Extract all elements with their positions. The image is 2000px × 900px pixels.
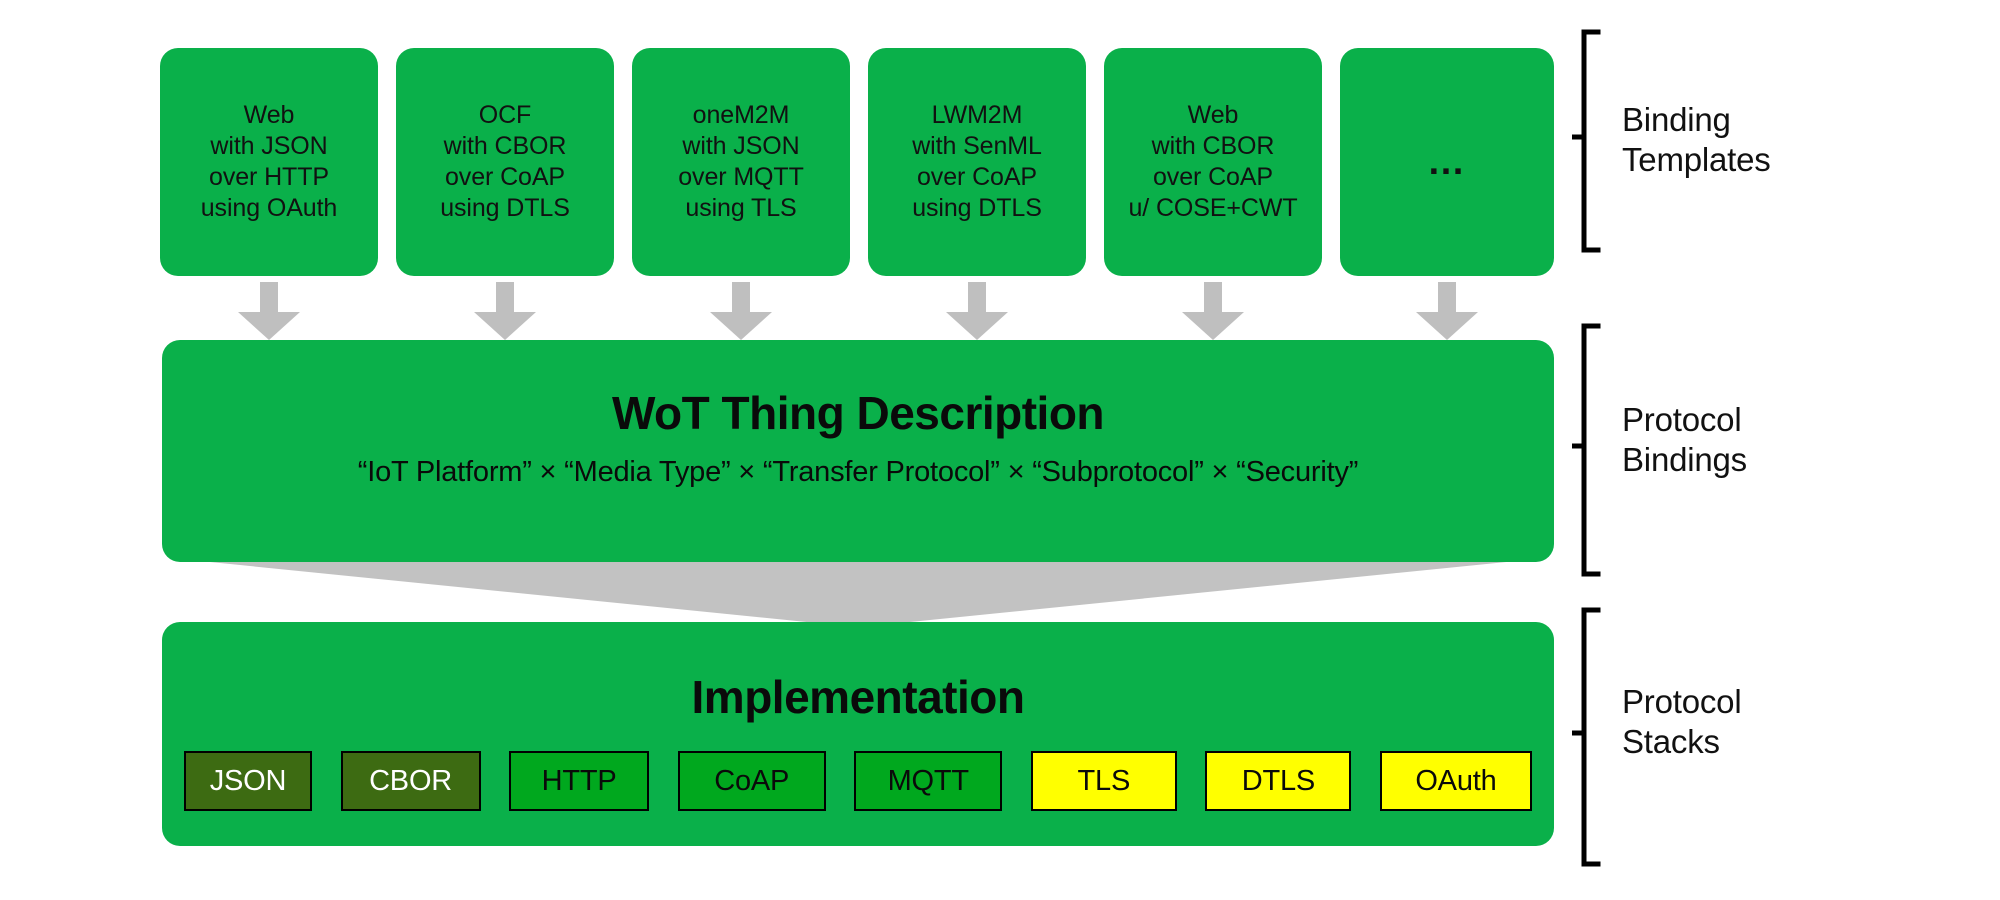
binding-template-card-more: … bbox=[1340, 48, 1554, 276]
binding-template-card-text: OCF with CBOR over CoAP using DTLS bbox=[440, 101, 570, 222]
binding-template-card: oneM2M with JSON over MQTT using TLS bbox=[632, 48, 850, 276]
down-arrow-icon bbox=[710, 282, 772, 340]
implementation-title: Implementation bbox=[691, 671, 1025, 723]
binding-template-card: LWM2M with SenML over CoAP using DTLS bbox=[868, 48, 1086, 276]
binding-template-card-text: Web with JSON over HTTP using OAuth bbox=[200, 101, 338, 222]
protocol-stack-badge: JSON bbox=[184, 751, 312, 811]
binding-template-card-text: Web with CBOR over CoAP u/ COSE+CWT bbox=[1128, 101, 1298, 222]
down-arrow-icon bbox=[238, 282, 300, 340]
protocol-stack-badge-list: JSON CBOR HTTP CoAP MQTT TLS DTLS OAuth bbox=[184, 750, 1532, 812]
down-arrow-icon bbox=[946, 282, 1008, 340]
implementation-panel: Implementation JSON CBOR HTTP CoAP MQTT … bbox=[162, 622, 1554, 846]
down-arrow-icon bbox=[1416, 282, 1478, 340]
binding-template-card-text: oneM2M with JSON over MQTT using TLS bbox=[678, 101, 804, 222]
protocol-stack-badge: OAuth bbox=[1379, 751, 1532, 811]
wot-thing-description-subtitle: “IoT Platform” × “Media Type” × “Transfe… bbox=[357, 456, 1359, 488]
curly-brace-icon bbox=[1572, 323, 1601, 577]
binding-template-card-text: LWM2M with SenML over CoAP using DTLS bbox=[912, 101, 1042, 222]
group-label-protocol-stacks: Protocol Stacks bbox=[1622, 683, 1742, 761]
binding-template-card: Web with JSON over HTTP using OAuth bbox=[160, 48, 378, 276]
curly-brace-icon bbox=[1572, 29, 1601, 253]
down-arrow-icon bbox=[1182, 282, 1244, 340]
funnel-triangle-icon bbox=[170, 558, 1546, 626]
ellipsis-label: … bbox=[1427, 141, 1467, 183]
group-label-protocol-bindings: Protocol Bindings bbox=[1622, 401, 1747, 479]
protocol-stack-badge: HTTP bbox=[509, 751, 650, 811]
group-label-binding-templates: Binding Templates bbox=[1622, 101, 1771, 179]
binding-template-card: OCF with CBOR over CoAP using DTLS bbox=[396, 48, 614, 276]
curly-brace-icon bbox=[1572, 607, 1601, 867]
wot-thing-description-panel: WoT Thing Description “IoT Platform” × “… bbox=[162, 340, 1554, 562]
wot-thing-description-title: WoT Thing Description bbox=[611, 387, 1105, 439]
protocol-stack-badge: CoAP bbox=[677, 751, 826, 811]
protocol-stack-badge: TLS bbox=[1030, 751, 1177, 811]
binding-template-card: Web with CBOR over CoAP u/ COSE+CWT bbox=[1104, 48, 1322, 276]
protocol-stack-badge: DTLS bbox=[1205, 751, 1352, 811]
protocol-stack-badge: MQTT bbox=[854, 751, 1003, 811]
down-arrow-icon bbox=[474, 282, 536, 340]
diagram-canvas: Web with JSON over HTTP using OAuth OCF … bbox=[0, 0, 2000, 900]
protocol-stack-badge: CBOR bbox=[340, 751, 481, 811]
